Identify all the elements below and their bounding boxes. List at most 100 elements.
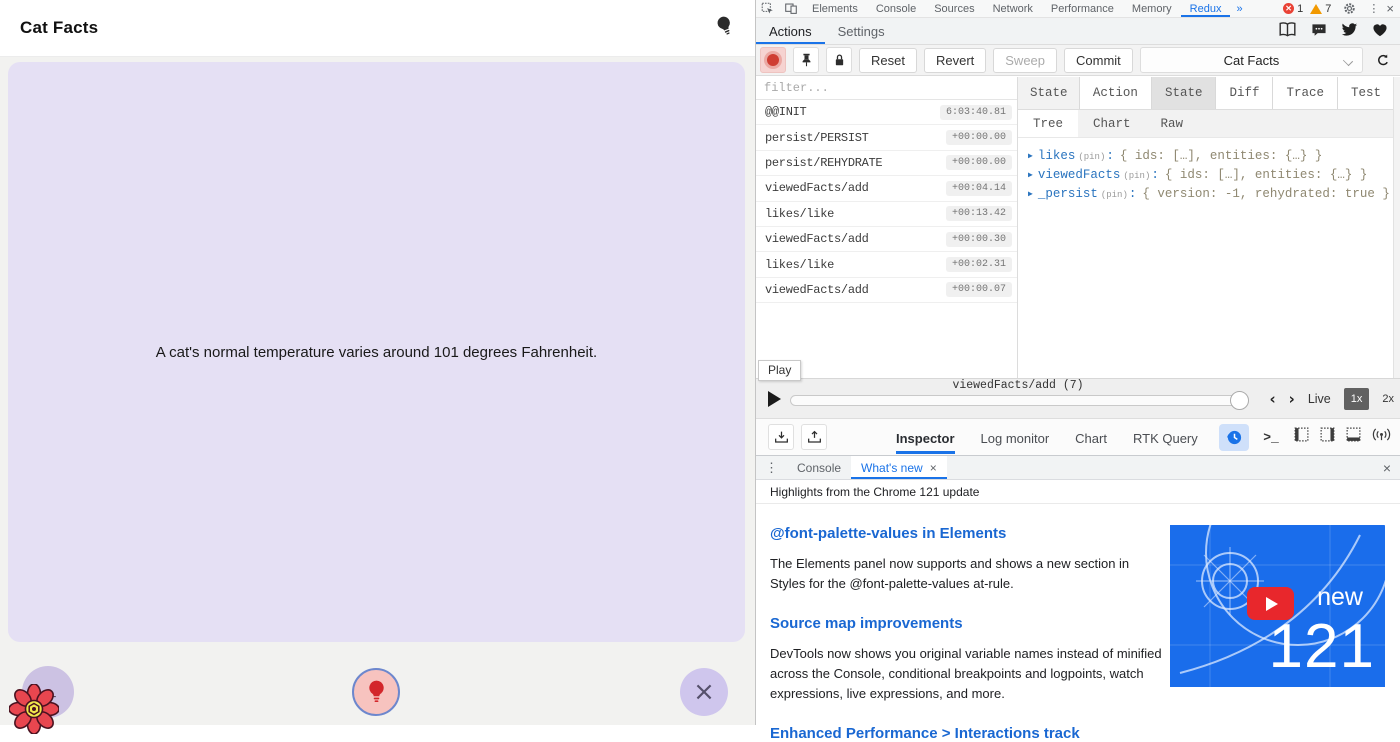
whats-new-link-performance[interactable]: Enhanced Performance > Interactions trac…: [770, 725, 1166, 742]
instance-select[interactable]: Cat Facts: [1140, 47, 1363, 73]
scrollbar[interactable]: [1393, 77, 1400, 378]
warning-badge[interactable]: 7: [1310, 3, 1331, 15]
tab-memory[interactable]: Memory: [1123, 0, 1181, 17]
tab-redux[interactable]: Redux: [1181, 0, 1231, 17]
state-tab-state[interactable]: State: [1151, 77, 1216, 109]
tab-console[interactable]: Console: [867, 0, 925, 17]
monitor-tab-log-monitor[interactable]: Log monitor: [981, 421, 1050, 454]
devtools-menu-icon[interactable]: ⋮: [1368, 2, 1379, 15]
state-tab-test[interactable]: Test: [1337, 77, 1394, 109]
action-row[interactable]: likes/like +00:13.42: [756, 202, 1017, 227]
slider-handle[interactable]: [1230, 391, 1249, 410]
history-button[interactable]: [1219, 424, 1249, 451]
record-button[interactable]: [760, 47, 786, 73]
action-row[interactable]: persist/REHYDRATE +00:00.00: [756, 151, 1017, 176]
youtube-play-button[interactable]: [1247, 587, 1294, 620]
view-tab-tree[interactable]: Tree: [1018, 110, 1078, 137]
commit-button[interactable]: Commit: [1064, 48, 1133, 73]
whats-new-header: Highlights from the Chrome 121 update: [756, 481, 1400, 504]
settings-gear-icon[interactable]: [1338, 2, 1361, 15]
action-timestamp: 6:03:40.81: [940, 105, 1012, 120]
whats-new-link-source-map[interactable]: Source map improvements: [770, 615, 1166, 632]
tab-network[interactable]: Network: [984, 0, 1042, 17]
drawer-close-icon[interactable]: ×: [1383, 460, 1400, 476]
action-row[interactable]: viewedFacts/add +00:04.14: [756, 176, 1017, 201]
export-button[interactable]: [801, 424, 827, 450]
flower-logo-icon[interactable]: [9, 684, 59, 734]
chrome-update-video-thumbnail[interactable]: new 121: [1170, 525, 1385, 687]
expand-arrow-icon[interactable]: ▶: [1028, 189, 1033, 199]
docs-book-icon[interactable]: [1278, 22, 1297, 40]
lightbulb-icon[interactable]: [713, 12, 740, 44]
redux-tab-actions[interactable]: Actions: [756, 18, 825, 44]
import-button[interactable]: [768, 424, 794, 450]
speed-2x-button[interactable]: 2x: [1382, 393, 1394, 405]
devtools-close-icon[interactable]: ×: [1386, 1, 1394, 16]
tab-close-icon[interactable]: ×: [930, 461, 937, 475]
tab-sources[interactable]: Sources: [925, 0, 983, 17]
more-tabs-icon[interactable]: »: [1230, 3, 1248, 15]
expand-arrow-icon[interactable]: ▶: [1028, 170, 1033, 180]
drawer-tab-console[interactable]: Console: [787, 456, 851, 479]
twitter-icon[interactable]: [1341, 23, 1358, 40]
inspect-element-icon[interactable]: [756, 2, 779, 15]
state-label: State: [1018, 86, 1068, 100]
redux-tab-settings[interactable]: Settings: [825, 18, 898, 44]
tab-performance[interactable]: Performance: [1042, 0, 1123, 17]
feedback-icon[interactable]: [1311, 23, 1327, 40]
filter-input[interactable]: [764, 81, 1009, 95]
expand-arrow-icon[interactable]: ▶: [1028, 151, 1033, 161]
whats-new-body: DevTools now shows you original variable…: [770, 644, 1166, 704]
device-toolbar-icon[interactable]: [779, 2, 803, 15]
state-tab-trace[interactable]: Trace: [1272, 77, 1337, 109]
state-tree: ▶ likes (pin) : { ids: […], entities: {……: [1018, 138, 1394, 201]
reset-button[interactable]: Reset: [859, 48, 917, 73]
action-row[interactable]: @@INIT 6:03:40.81: [756, 100, 1017, 125]
reload-button[interactable]: [1370, 47, 1396, 73]
tree-row[interactable]: ▶ viewedFacts (pin) : { ids: […], entiti…: [1028, 168, 1388, 182]
action-row[interactable]: persist/PERSIST +00:00.00: [756, 125, 1017, 150]
devtools-tabbar: Elements Console Sources Network Perform…: [756, 0, 1400, 18]
fact-card: A cat's normal temperature varies around…: [8, 62, 745, 642]
tree-row[interactable]: ▶ likes (pin) : { ids: […], entities: {……: [1028, 149, 1388, 163]
timeline-slider[interactable]: [790, 395, 1248, 406]
action-row[interactable]: viewedFacts/add +00:00.30: [756, 227, 1017, 252]
view-tab-raw[interactable]: Raw: [1146, 110, 1199, 137]
terminal-icon: >_: [1263, 430, 1279, 445]
monitor-tab-chart[interactable]: Chart: [1075, 421, 1107, 454]
monitor-tab-rtk-query[interactable]: RTK Query: [1133, 421, 1198, 454]
action-row[interactable]: viewedFacts/add +00:00.07: [756, 278, 1017, 303]
cat-facts-app: Cat Facts A cat's normal temperature var…: [0, 0, 755, 725]
monitor-tab-inspector[interactable]: Inspector: [896, 421, 955, 454]
layout-left-button[interactable]: [1293, 426, 1310, 448]
tree-row[interactable]: ▶ _persist (pin) : { version: -1, rehydr…: [1028, 187, 1388, 201]
close-fact-button[interactable]: ×: [680, 668, 728, 716]
tab-elements[interactable]: Elements: [803, 0, 867, 17]
drawer-menu-icon[interactable]: ⋮: [756, 460, 787, 476]
view-tab-chart[interactable]: Chart: [1078, 110, 1146, 137]
action-row[interactable]: likes/like +00:02.31: [756, 252, 1017, 277]
history-clock-icon: [1226, 429, 1243, 446]
state-tab-action[interactable]: Action: [1079, 77, 1151, 109]
speed-1x-button[interactable]: 1x: [1344, 388, 1370, 410]
step-forward-button[interactable]: ›: [1289, 390, 1295, 408]
pin-button[interactable]: [793, 47, 819, 73]
whats-new-link-font-palette[interactable]: @font-palette-values in Elements: [770, 525, 1166, 542]
revert-button[interactable]: Revert: [924, 48, 986, 73]
layout-right-button[interactable]: [1319, 426, 1336, 448]
lock-button[interactable]: [826, 47, 852, 73]
play-button[interactable]: [768, 391, 781, 407]
step-back-button[interactable]: ‹: [1269, 390, 1275, 408]
player-bar: viewedFacts/add (7) ‹ › Live 1x 2x: [756, 378, 1400, 418]
drawer-tab-whats-new[interactable]: What's new ×: [851, 456, 947, 479]
dispatcher-button[interactable]: >_: [1258, 424, 1284, 450]
error-badge[interactable]: ✕ 1: [1283, 3, 1303, 15]
live-button[interactable]: Live: [1308, 392, 1331, 406]
like-fact-button[interactable]: [352, 668, 400, 716]
state-tab-diff[interactable]: Diff: [1215, 77, 1272, 109]
layout-bottom-button[interactable]: [1345, 426, 1362, 448]
remote-broadcast-button[interactable]: [1371, 427, 1392, 447]
view-tabs: Tree Chart Raw: [1018, 110, 1394, 138]
sweep-button[interactable]: Sweep: [993, 48, 1057, 73]
sponsor-heart-icon[interactable]: [1372, 23, 1388, 40]
